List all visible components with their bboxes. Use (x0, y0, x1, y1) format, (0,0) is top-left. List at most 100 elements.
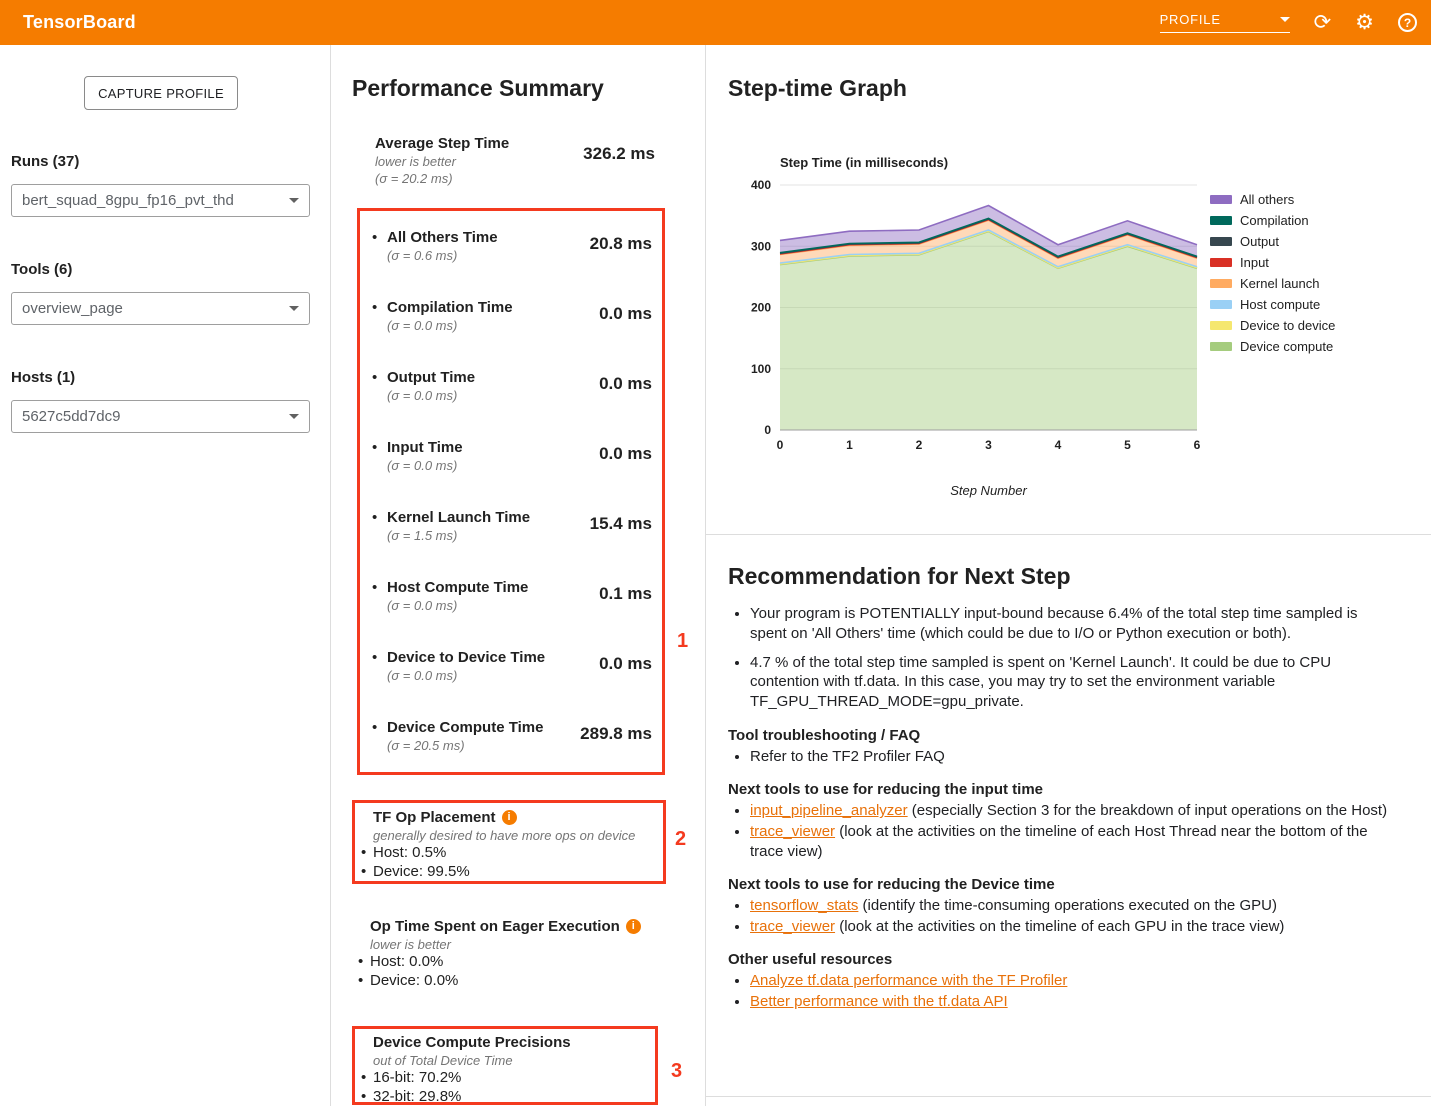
link[interactable]: Better performance with the tf.data API (750, 993, 1008, 1010)
chevron-down-icon (289, 306, 299, 311)
metric-label: Host Compute Time (387, 579, 599, 598)
gear-icon[interactable]: ⚙ (1355, 12, 1374, 33)
metric-row: • Compilation Time (σ = 0.0 ms) 0.0 ms (372, 287, 652, 357)
list-item-text: (identify the time-consuming operations … (858, 897, 1277, 914)
svg-text:5: 5 (1124, 438, 1131, 452)
metric-sigma: (σ = 0.0 ms) (387, 598, 599, 615)
legend-swatch (1210, 195, 1232, 204)
average-step-time: Average Step Time lower is better (σ = 2… (375, 135, 655, 188)
svg-text:4: 4 (1055, 438, 1062, 452)
legend-swatch (1210, 321, 1232, 330)
section-heading: Tool troubleshooting / FAQ (728, 727, 1391, 744)
legend-label: All others (1240, 192, 1294, 207)
legend-label: Device to device (1240, 318, 1335, 333)
metric-sigma: (σ = 20.2 ms) (375, 171, 509, 188)
svg-text:0: 0 (777, 438, 784, 452)
tf-op-placement-title: TF Op Placement i (373, 808, 663, 827)
legend-item: Device to device (1210, 315, 1335, 336)
bullet: • (372, 567, 387, 637)
annotation-number-3: 3 (671, 1060, 682, 1083)
metric-row: • Kernel Launch Time (σ = 1.5 ms) 15.4 m… (372, 497, 652, 567)
runs-select[interactable]: bert_squad_8gpu_fp16_pvt_thd (11, 184, 310, 217)
metric-sigma: (σ = 0.0 ms) (387, 458, 599, 475)
hosts-label: Hosts (1) (11, 369, 75, 386)
list-item: input_pipeline_analyzer (especially Sect… (750, 801, 1398, 820)
bullet: • (372, 497, 387, 567)
link[interactable]: trace_viewer (750, 918, 835, 935)
metric-row: • Device to Device Time (σ = 0.0 ms) 0.0… (372, 637, 652, 707)
legend-item: Input (1210, 252, 1335, 273)
list-item: Host: 0.5% (355, 844, 663, 863)
list-item-text: (look at the activities on the timeline … (835, 918, 1284, 935)
svg-text:3: 3 (985, 438, 992, 452)
step-time-graph-section: Step-time Graph Step Time (in millisecon… (706, 45, 1431, 535)
link[interactable]: tensorflow_stats (750, 897, 858, 914)
other-resources-section: Other useful resources Analyze tf.data p… (728, 951, 1391, 1011)
refresh-icon[interactable]: ⟳ (1314, 12, 1332, 33)
legend-swatch (1210, 300, 1232, 309)
dashboard-select[interactable]: PROFILE (1160, 12, 1290, 33)
section-heading: Next tools to use for reducing the input… (728, 781, 1391, 798)
metric-sigma: (σ = 0.0 ms) (387, 318, 599, 335)
metric-value: 15.4 ms (590, 497, 652, 567)
metric-value: 0.1 ms (599, 567, 652, 637)
svg-text:6: 6 (1194, 438, 1201, 452)
step-time-chart: Step Time (in milliseconds) 010020030040… (740, 153, 1420, 523)
hosts-select[interactable]: 5627c5dd7dc9 (11, 400, 310, 433)
list-item: 32-bit: 29.8% (355, 1088, 655, 1106)
link[interactable]: input_pipeline_analyzer (750, 802, 908, 819)
metric-value: 0.0 ms (599, 287, 652, 357)
info-icon[interactable]: i (502, 810, 517, 825)
section-title-text: Device Compute Precisions (373, 1033, 571, 1052)
annotation-number-2: 2 (675, 828, 686, 851)
metric-row: • Host Compute Time (σ = 0.0 ms) 0.1 ms (372, 567, 652, 637)
recommendation-bullet: 4.7 % of the total step time sampled is … (750, 653, 1388, 712)
legend-label: Output (1240, 234, 1279, 249)
svg-text:0: 0 (764, 423, 771, 437)
tools-select[interactable]: overview_page (11, 292, 310, 325)
help-icon[interactable]: ? (1398, 13, 1417, 32)
list-item: Analyze tf.data performance with the TF … (750, 971, 1398, 990)
bullet: • (372, 637, 387, 707)
right-panel: Step-time Graph Step Time (in millisecon… (706, 45, 1431, 1106)
metric-sigma: (σ = 0.0 ms) (387, 668, 599, 685)
bullet: • (372, 427, 387, 497)
bullet: • (372, 707, 387, 777)
performance-summary-title: Performance Summary (352, 75, 604, 102)
chevron-down-icon (1280, 17, 1290, 22)
metric-label: Output Time (387, 369, 599, 388)
bullet: • (372, 217, 387, 287)
metric-row: • All Others Time (σ = 0.6 ms) 20.8 ms (372, 217, 652, 287)
legend-swatch (1210, 279, 1232, 288)
metric-value: 0.0 ms (599, 637, 652, 707)
legend-swatch (1210, 216, 1232, 225)
metric-value: 0.0 ms (599, 427, 652, 497)
list-item: trace_viewer (look at the activities on … (750, 917, 1398, 936)
info-icon[interactable]: i (626, 919, 641, 934)
section-title-text: Op Time Spent on Eager Execution (370, 917, 620, 936)
link[interactable]: Analyze tf.data performance with the TF … (750, 972, 1067, 989)
link[interactable]: trace_viewer (750, 823, 835, 840)
performance-summary-panel: Performance Summary Average Step Time lo… (331, 45, 706, 1106)
list-item: 16-bit: 70.2% (355, 1069, 655, 1088)
chart-title: Step Time (in milliseconds) (780, 155, 948, 170)
section-heading: Other useful resources (728, 951, 1391, 968)
metric-value: 289.8 ms (580, 707, 652, 777)
legend-swatch (1210, 237, 1232, 246)
device-time-tools-section: Next tools to use for reducing the Devic… (728, 876, 1391, 936)
eager-execution-section: Op Time Spent on Eager Execution i lower… (352, 917, 666, 990)
legend-label: Compilation (1240, 213, 1309, 228)
svg-text:400: 400 (751, 179, 771, 192)
metric-label: Compilation Time (387, 299, 599, 318)
list-item: Better performance with the tf.data API (750, 992, 1398, 1011)
recommendation-section: Recommendation for Next Step Your progra… (706, 535, 1431, 1097)
eager-title: Op Time Spent on Eager Execution i (370, 917, 666, 936)
metric-sigma: (σ = 1.5 ms) (387, 528, 590, 545)
capture-profile-button[interactable]: CAPTURE PROFILE (84, 76, 238, 110)
tools-label: Tools (6) (11, 261, 72, 278)
legend-item: Host compute (1210, 294, 1335, 315)
stacked-area-chart: 01002003004000123456 (740, 179, 1210, 471)
legend-item: Compilation (1210, 210, 1335, 231)
legend-label: Input (1240, 255, 1269, 270)
legend-item: Kernel launch (1210, 273, 1335, 294)
